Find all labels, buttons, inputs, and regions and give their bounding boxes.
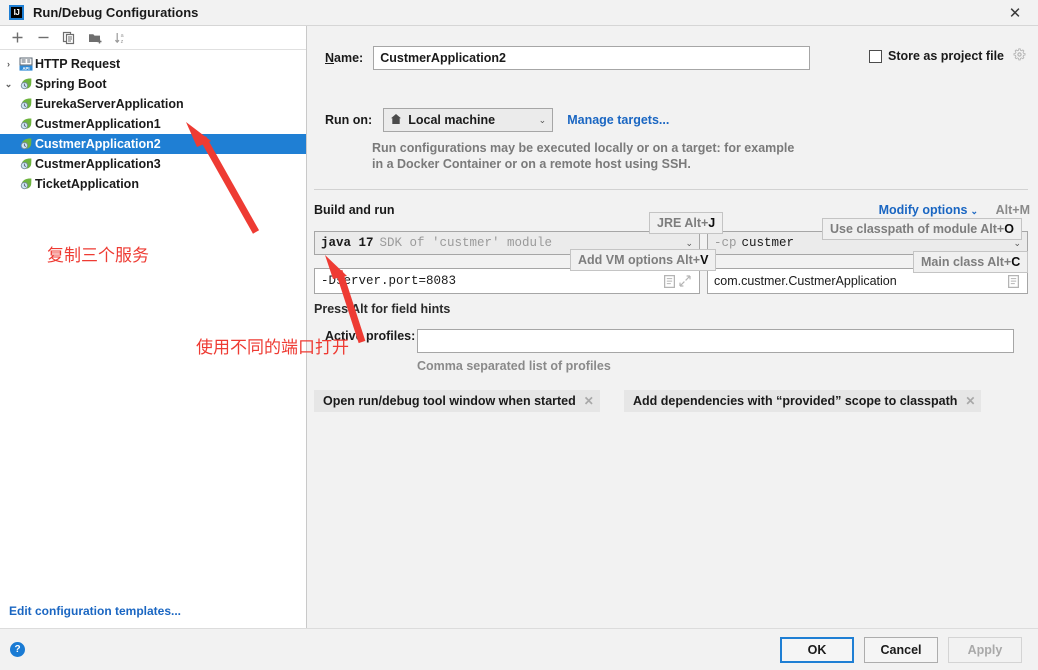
run-on-description: Run configurations may be executed local… <box>372 141 795 171</box>
classpath-hint-key: O <box>1004 222 1014 236</box>
active-profiles-description: Comma separated list of profiles <box>417 359 611 373</box>
vm-options-hint-key: V <box>700 253 709 267</box>
classpath-prefix-label: -cp <box>714 236 737 250</box>
spring-icon <box>17 117 34 131</box>
local-machine-icon <box>390 113 402 128</box>
tree-item-ticketapplication[interactable]: TicketApplication <box>0 174 306 194</box>
chevron-down-icon: ⌄ <box>970 206 978 216</box>
window-title-bar: IJ Run/Debug Configurations ✕ <box>0 0 1038 26</box>
configurations-tree: › API HTTP Request ⌄ Spring Boot EurekaS… <box>0 50 306 194</box>
chip-label: Add dependencies with “provided” scope t… <box>633 394 958 408</box>
main-class-hint: Main class Alt+ C <box>913 251 1029 273</box>
tree-item-eurekaserverapplication[interactable]: EurekaServerApplication <box>0 94 306 114</box>
active-profiles-input[interactable] <box>417 329 1014 353</box>
copy-icon[interactable] <box>58 28 80 48</box>
manage-targets-link[interactable]: Manage targets... <box>567 113 669 127</box>
main-class-hint-text: Main class Alt+ <box>921 255 1012 269</box>
tree-item-label: CustmerApplication2 <box>35 137 161 151</box>
configurations-tree-panel: a z › API HTTP Request ⌄ Spring Boot Eur… <box>0 26 307 628</box>
run-on-row: Run on: Local machine ⌄ Manage targets..… <box>325 108 669 132</box>
close-icon[interactable]: ✕ <box>965 394 975 408</box>
jre-version: java 17 <box>321 236 374 250</box>
tree-item-label: Spring Boot <box>35 77 107 91</box>
classpath-hint-text: Use classpath of module Alt+ <box>830 222 1005 236</box>
svg-text:z: z <box>121 39 124 45</box>
vm-options-field[interactable]: -Dserver.port=8083 <box>314 268 700 294</box>
tree-item-custmerapplication2[interactable]: CustmerApplication2 <box>0 134 306 154</box>
dialog-button-bar: ? OK Cancel Apply <box>0 628 1038 670</box>
spring-icon <box>17 177 34 191</box>
spring-icon <box>17 157 34 171</box>
modify-options-shortcut: Alt+M <box>995 203 1030 217</box>
dialog-buttons: OK Cancel Apply <box>780 636 1022 663</box>
intellij-logo-icon: IJ <box>9 5 24 20</box>
jre-hint-key: J <box>708 216 716 230</box>
gear-icon[interactable] <box>1013 48 1026 64</box>
classpath-hint: Use classpath of module Alt+ O <box>822 218 1022 240</box>
edit-configuration-templates-link[interactable]: Edit configuration templates... <box>9 604 181 618</box>
chevron-down-icon[interactable]: ⌄ <box>0 79 17 90</box>
window-title: Run/Debug Configurations <box>33 5 199 20</box>
chevron-down-icon: ⌄ <box>538 114 547 125</box>
modify-options-label: Modify options <box>878 203 968 217</box>
chip-open-run-debug-tool-window[interactable]: Open run/debug tool window when started … <box>314 390 600 412</box>
tree-item-label: HTTP Request <box>35 57 121 71</box>
tree-item-label: CustmerApplication1 <box>35 117 161 131</box>
api-icon: API <box>17 57 34 71</box>
main-class-value: com.custmer.CustmerApplication <box>714 274 897 288</box>
main-class-hint-key: C <box>1011 255 1021 269</box>
store-as-project-file-row[interactable]: Store as project file <box>868 48 1026 64</box>
svg-text:API: API <box>22 66 29 71</box>
tree-item-custmerapplication1[interactable]: CustmerApplication1 <box>0 114 306 134</box>
vm-options-value: -Dserver.port=8083 <box>321 274 457 288</box>
close-icon[interactable]: ✕ <box>584 394 594 408</box>
store-as-project-file-checkbox[interactable] <box>868 49 882 63</box>
folder-add-icon[interactable] <box>84 28 106 48</box>
store-as-project-file-label: Store as project file <box>887 49 1004 63</box>
tree-item-label: CustmerApplication3 <box>35 157 161 171</box>
chip-label: Open run/debug tool window when started <box>323 394 576 408</box>
help-icon[interactable]: ? <box>10 642 25 657</box>
spring-icon <box>17 97 34 111</box>
run-on-value: Local machine <box>408 113 496 127</box>
name-input[interactable] <box>373 46 811 70</box>
configurations-toolbar: a z <box>0 26 306 50</box>
apply-button: Apply <box>948 636 1022 663</box>
build-and-run-title: Build and run <box>314 203 395 217</box>
configuration-form-panel: Name: Store as project file Run on: Loca… <box>308 26 1038 628</box>
tree-item-label: TicketApplication <box>35 177 139 191</box>
plus-icon[interactable] <box>6 28 28 48</box>
minus-icon[interactable] <box>32 28 54 48</box>
vm-options-expand-icon[interactable] <box>677 275 693 287</box>
chip-add-provided-dependencies[interactable]: Add dependencies with “provided” scope t… <box>624 390 982 412</box>
close-icon[interactable]: ✕ <box>992 0 1038 26</box>
tree-item-http-request[interactable]: › API HTTP Request <box>0 54 306 74</box>
chevron-down-icon: ⌄ <box>685 237 693 248</box>
tree-item-label: EurekaServerApplication <box>35 97 184 111</box>
tree-item-spring-boot[interactable]: ⌄ Spring Boot <box>0 74 306 94</box>
jre-description: SDK of 'custmer' module <box>379 236 553 250</box>
run-on-select[interactable]: Local machine ⌄ <box>383 108 554 132</box>
jre-hint: JRE Alt+ J <box>649 212 724 234</box>
vm-options-hint: Add VM options Alt+ V <box>570 249 717 271</box>
chevron-right-icon[interactable]: › <box>0 59 17 69</box>
modify-options-link[interactable]: Modify options ⌄ <box>879 203 978 217</box>
name-label: Name: <box>325 51 364 65</box>
spring-icon <box>17 137 34 151</box>
ok-button[interactable]: OK <box>780 636 854 663</box>
annotation-copy-three-services: 复制三个服务 <box>47 246 149 265</box>
main-class-browse-icon[interactable] <box>1005 274 1021 288</box>
spring-icon <box>17 77 34 91</box>
vm-options-hint-text: Add VM options Alt+ <box>578 253 701 267</box>
press-alt-hint: Press Alt for field hints <box>314 302 451 316</box>
sort-az-icon[interactable]: a z <box>110 28 132 48</box>
tree-item-custmerapplication3[interactable]: CustmerApplication3 <box>0 154 306 174</box>
vm-options-list-icon[interactable] <box>661 274 677 288</box>
jre-hint-text: JRE Alt+ <box>657 216 709 230</box>
cancel-button[interactable]: Cancel <box>864 636 938 663</box>
run-on-label: Run on: <box>325 113 373 127</box>
annotation-use-different-ports: 使用不同的端口打开 <box>196 338 349 357</box>
section-divider <box>314 189 1028 190</box>
